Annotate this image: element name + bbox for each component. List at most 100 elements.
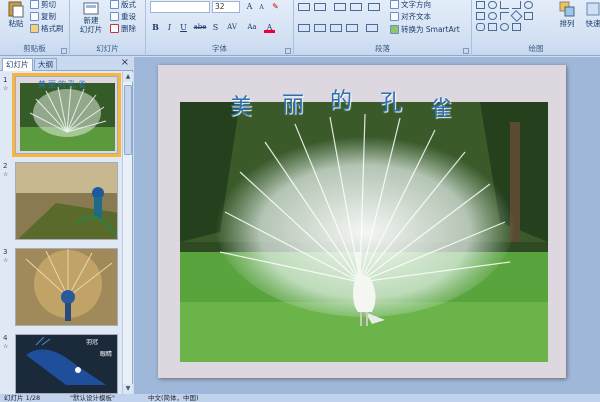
shape-diamond-icon[interactable] bbox=[510, 9, 523, 23]
font-size-combo[interactable]: 32 bbox=[212, 1, 240, 13]
bullets-icon[interactable] bbox=[298, 3, 310, 11]
paste-button[interactable]: 粘贴 bbox=[4, 0, 28, 29]
theme-name: "默认设计模板" bbox=[70, 394, 115, 402]
increase-indent-icon[interactable] bbox=[350, 3, 362, 11]
font-color-button[interactable]: A bbox=[264, 22, 275, 33]
strikethrough-button[interactable]: abe bbox=[192, 22, 208, 33]
thumb-4-label-eye: 眼睛 bbox=[100, 351, 113, 358]
grow-font-button[interactable]: A bbox=[244, 1, 255, 12]
slide-thumbnail-3[interactable] bbox=[15, 248, 118, 326]
font-group-label: 字体 bbox=[212, 44, 227, 53]
quick-styles-label: 快速 bbox=[585, 19, 600, 28]
char-spacing-button[interactable]: AV bbox=[224, 22, 240, 33]
close-panel-icon[interactable]: × bbox=[121, 57, 129, 68]
language[interactable]: 中文(简体，中国) bbox=[148, 394, 199, 402]
align-text-button[interactable]: 对齐文本 bbox=[390, 11, 431, 22]
layout-button[interactable]: 版式 bbox=[110, 0, 136, 10]
shape-callout-icon[interactable] bbox=[476, 23, 485, 31]
smartart-icon bbox=[390, 25, 399, 34]
align-center-icon[interactable] bbox=[314, 24, 326, 32]
paragraph-launcher[interactable] bbox=[463, 48, 469, 54]
shape-connector-icon[interactable] bbox=[512, 1, 521, 9]
columns-icon[interactable] bbox=[366, 24, 378, 32]
panel-scrollbar[interactable]: ▲ ▼ bbox=[122, 72, 133, 394]
thumb-1-title: 美丽的孔雀 bbox=[38, 80, 88, 89]
slide-thumbnail-2[interactable] bbox=[15, 162, 118, 240]
quick-styles-button[interactable]: 快速 bbox=[582, 0, 600, 29]
reset-button[interactable]: 重设 bbox=[110, 11, 136, 22]
numbering-icon[interactable] bbox=[314, 3, 326, 11]
copy-button[interactable]: 复制 bbox=[30, 11, 56, 22]
slides-group-label: 幻灯片 bbox=[96, 44, 119, 53]
slide-thumbnail-1[interactable]: 美丽的孔雀 bbox=[12, 73, 121, 157]
shape-brace-icon[interactable] bbox=[488, 23, 497, 31]
paste-icon bbox=[8, 1, 24, 18]
text-direction-label: 文字方向 bbox=[401, 0, 431, 9]
font-name-combo[interactable] bbox=[150, 1, 210, 13]
shape-arrow-icon[interactable] bbox=[500, 12, 509, 20]
scroll-down-icon[interactable]: ▼ bbox=[123, 384, 133, 394]
scroll-up-icon[interactable]: ▲ bbox=[123, 72, 133, 82]
shape-more-icon[interactable] bbox=[512, 23, 521, 31]
panel-tabs: 幻灯片 大纲 × bbox=[0, 57, 133, 71]
slides-panel: 幻灯片 大纲 × 1 ☆ 美丽的孔雀 2 ☆ 3 ☆ 4 ☆ 羽冠 眼睛 ▲ ▼ bbox=[0, 57, 133, 394]
thumb-2-image bbox=[16, 163, 117, 239]
new-slide-button[interactable]: 新建 幻灯片 bbox=[76, 2, 106, 34]
slide-number: 1 bbox=[3, 76, 8, 84]
decrease-indent-icon[interactable] bbox=[334, 3, 346, 11]
slide-title-char-2[interactable]: 丽 bbox=[282, 87, 304, 119]
slide-title-char-4[interactable]: 孔 bbox=[380, 85, 402, 117]
shape-smile-icon[interactable] bbox=[500, 23, 509, 31]
slide-photo[interactable] bbox=[180, 102, 548, 362]
slide-thumbnail-4[interactable]: 羽冠 眼睛 bbox=[15, 334, 118, 394]
slide-count: 幻灯片 1/28 bbox=[4, 394, 41, 402]
delete-button[interactable]: 删除 bbox=[110, 23, 136, 34]
justify-icon[interactable] bbox=[346, 24, 358, 32]
animation-star-icon: ☆ bbox=[3, 343, 9, 350]
slide-number: 3 bbox=[3, 248, 8, 256]
shadow-button[interactable]: S bbox=[210, 22, 221, 33]
shape-line-icon[interactable] bbox=[500, 1, 509, 9]
italic-button[interactable]: I bbox=[164, 22, 175, 33]
shape-textbox-icon[interactable] bbox=[476, 12, 485, 20]
shape-triangle-icon[interactable] bbox=[524, 12, 533, 20]
smartart-button[interactable]: 转换为 SmartArt bbox=[390, 24, 460, 35]
underline-button[interactable]: U bbox=[178, 22, 189, 33]
font-group: 32 A A ✎ B I U abe S AV Aa A 字体 bbox=[146, 0, 294, 56]
shrink-font-button[interactable]: A bbox=[256, 2, 267, 13]
shape-rect-icon[interactable] bbox=[476, 1, 485, 9]
slide-title-char-1[interactable]: 美 bbox=[230, 89, 252, 121]
paragraph-group-label: 段落 bbox=[375, 44, 390, 53]
ribbon: 粘贴 剪切 复制 格式刷 剪贴板 新建 幻灯片 版式 重设 删除 幻灯片 32 … bbox=[0, 0, 600, 56]
copy-icon bbox=[30, 12, 39, 21]
shape-rounded-icon[interactable] bbox=[488, 1, 497, 9]
layout-icon bbox=[110, 0, 119, 9]
bold-button[interactable]: B bbox=[150, 22, 161, 33]
shape-circle-icon[interactable] bbox=[488, 12, 497, 20]
arrange-icon bbox=[559, 1, 575, 17]
font-launcher[interactable] bbox=[285, 48, 291, 54]
new-slide-icon bbox=[83, 2, 99, 15]
clear-format-button[interactable]: ✎ bbox=[270, 1, 281, 12]
arrange-button[interactable]: 排列 bbox=[556, 0, 578, 29]
clipboard-launcher[interactable] bbox=[61, 48, 67, 54]
change-case-button[interactable]: Aa bbox=[244, 22, 260, 33]
cut-button[interactable]: 剪切 bbox=[30, 0, 56, 10]
tab-slides[interactable]: 幻灯片 bbox=[2, 58, 33, 71]
slide-title-char-5[interactable]: 雀 bbox=[430, 91, 452, 123]
align-right-icon[interactable] bbox=[330, 24, 342, 32]
current-slide[interactable]: 美 丽 的 孔 雀 bbox=[158, 65, 566, 378]
text-direction-button[interactable]: 文字方向 bbox=[390, 0, 431, 10]
quick-styles-icon bbox=[586, 2, 600, 16]
tab-outline[interactable]: 大纲 bbox=[34, 58, 57, 71]
shape-oval-icon[interactable] bbox=[524, 1, 533, 9]
format-painter-button[interactable]: 格式刷 bbox=[30, 23, 64, 34]
drawing-group-label: 绘图 bbox=[528, 44, 544, 53]
align-left-icon[interactable] bbox=[298, 24, 310, 32]
line-spacing-icon[interactable] bbox=[368, 3, 380, 11]
clipboard-group-label: 剪贴板 bbox=[23, 44, 46, 53]
thumb-3-image bbox=[16, 249, 117, 325]
paste-label: 粘贴 bbox=[8, 19, 24, 28]
slide-title-char-3[interactable]: 的 bbox=[330, 83, 352, 115]
scroll-thumb[interactable] bbox=[124, 85, 132, 155]
